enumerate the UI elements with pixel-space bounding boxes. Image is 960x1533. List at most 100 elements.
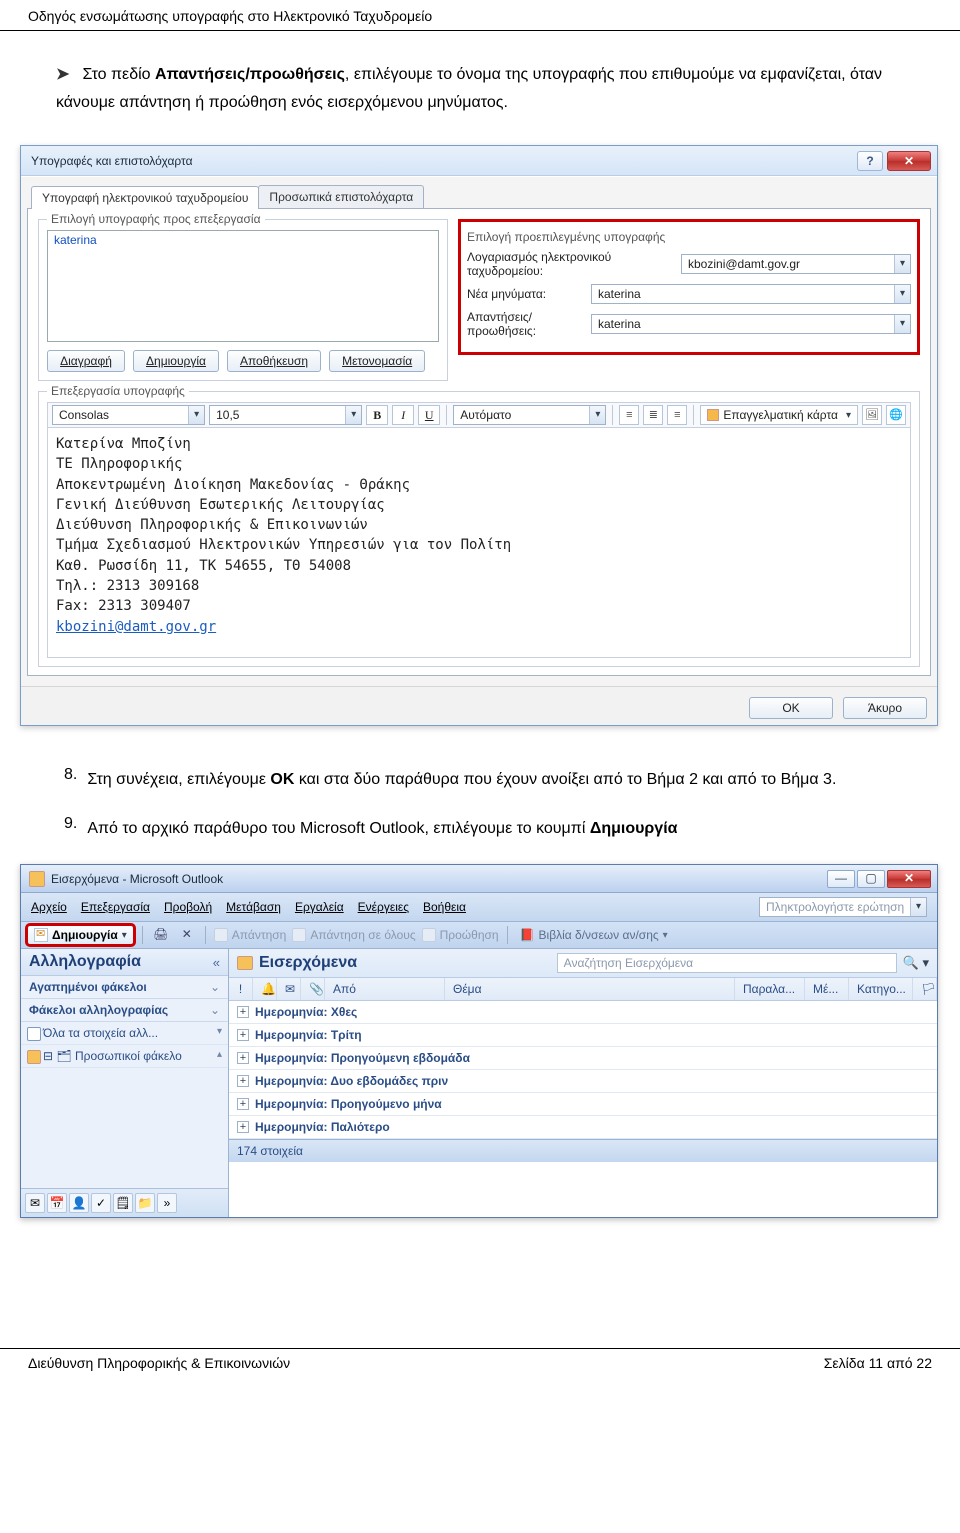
font-color-combo[interactable]: Αυτόματο▾ (453, 405, 606, 425)
mail-folders-header[interactable]: Φάκελοι αλληλογραφίας⌄ (21, 999, 228, 1022)
print-icon[interactable]: 🖨 (151, 925, 171, 945)
business-card-button[interactable]: Επαγγελματική κάρτα ▾ (700, 405, 858, 425)
folders-icon[interactable]: 📁 (135, 1193, 155, 1213)
flag-column[interactable]: 🏳 (913, 978, 937, 1000)
link-icon[interactable]: 🌐 (886, 405, 906, 425)
bold-button[interactable]: B (366, 405, 388, 425)
minimize-button[interactable]: — (827, 870, 855, 888)
delete-icon[interactable]: ✕ (177, 925, 197, 945)
account-combo[interactable]: kbozini@damt.gov.gr ▾ (681, 254, 911, 274)
cancel-button[interactable]: Άκυρο (843, 697, 927, 719)
menu-file[interactable]: Αρχείο (31, 900, 67, 914)
search-input[interactable]: Αναζήτηση Εισερχόμενα (557, 953, 897, 973)
close-button[interactable]: ✕ (887, 151, 931, 171)
expand-icon[interactable]: + (237, 1029, 249, 1041)
notes-icon[interactable]: 🗒 (113, 1193, 133, 1213)
size-column[interactable]: Μέ... (805, 978, 849, 1000)
align-left-icon[interactable]: ≡ (619, 405, 639, 425)
date-group[interactable]: +Ημερομηνία: Δυο εβδομάδες πριν (229, 1070, 937, 1093)
menu-tools[interactable]: Εργαλεία (295, 900, 344, 914)
reply-button[interactable]: Απάντηση (214, 928, 287, 942)
from-column[interactable]: Από (325, 978, 445, 1000)
address-books-button[interactable]: 📕 Βιβλία δ/νσεων αν/σης ▾ (520, 928, 668, 942)
delete-button[interactable]: Διαγραφή (47, 350, 125, 372)
chevron-down-icon[interactable]: ▾ (345, 406, 361, 424)
expand-icon[interactable]: + (237, 1052, 249, 1064)
menu-edit[interactable]: Επεξεργασία (81, 900, 150, 914)
maximize-button[interactable]: ▢ (857, 870, 885, 888)
separator (612, 405, 613, 425)
tasks-icon[interactable]: ✓ (91, 1193, 111, 1213)
search-icon[interactable]: 🔍 ▾ (903, 955, 929, 971)
date-group[interactable]: +Ημερομηνία: Χθες (229, 1001, 937, 1024)
menu-view[interactable]: Προβολή (164, 900, 212, 914)
chevron-down-icon[interactable]: ▾ (846, 410, 851, 421)
font-size-combo[interactable]: 10,5▾ (209, 405, 362, 425)
image-icon[interactable]: 🖼 (862, 405, 882, 425)
importance-column[interactable]: ! (229, 978, 253, 1000)
reply-all-button[interactable]: Απάντηση σε όλους (292, 928, 415, 942)
new-mail-button[interactable]: Δημιουργία ▾ (27, 925, 134, 945)
chevron-down-icon[interactable]: ▾ (589, 406, 605, 424)
calendar-icon[interactable]: 📅 (47, 1193, 67, 1213)
signature-email-link[interactable]: kbozini@damt.gov.gr (56, 619, 216, 635)
categories-column[interactable]: Κατηγο... (849, 978, 913, 1000)
outlook-titlebar: Εισερχόμενα - Microsoft Outlook — ▢ ✕ (21, 865, 937, 893)
menu-help[interactable]: Βοήθεια (423, 900, 466, 914)
chevron-down-icon[interactable]: ▾ (217, 1026, 222, 1037)
mail-icon[interactable]: ✉ (25, 1193, 45, 1213)
signatures-dialog: Υπογραφές και επιστολόχαρτα ? ✕ Υπογραφή… (20, 145, 938, 726)
new-messages-combo[interactable]: katerina ▾ (591, 284, 911, 304)
date-group[interactable]: +Ημερομηνία: Προηγούμενο μήνα (229, 1093, 937, 1116)
reminder-column[interactable]: 🔔 (253, 978, 277, 1000)
chevron-down-icon[interactable]: ▾ (894, 315, 910, 333)
expand-icon[interactable]: + (237, 1098, 249, 1110)
align-right-icon[interactable]: ≡ (667, 405, 687, 425)
ask-question-input[interactable]: Πληκτρολογήστε ερώτηση ▾ (759, 897, 927, 917)
date-group[interactable]: +Ημερομηνία: Προηγούμενη εβδομάδα (229, 1047, 937, 1070)
save-button[interactable]: Αποθήκευση (227, 350, 321, 372)
signature-list-item[interactable]: katerina (48, 231, 438, 249)
menu-actions[interactable]: Ενέργειες (358, 900, 409, 914)
tab-personal-stationery[interactable]: Προσωπικά επιστολόχαρτα (258, 185, 424, 208)
help-button[interactable]: ? (857, 151, 883, 171)
all-mail-items[interactable]: Όλα τα στοιχεία αλλ...▾ (21, 1022, 228, 1045)
chevron-down-icon[interactable]: ▾ (894, 285, 910, 303)
icon-column[interactable]: ✉ (277, 978, 301, 1000)
date-group[interactable]: +Ημερομηνία: Παλιότερο (229, 1116, 937, 1139)
contacts-icon[interactable]: 👤 (69, 1193, 89, 1213)
chevron-down-icon[interactable]: ▾ (188, 406, 204, 424)
chevron-down-icon[interactable]: ▾ (894, 255, 910, 273)
outlook-icon (29, 871, 45, 887)
italic-button[interactable]: I (392, 405, 414, 425)
ok-button[interactable]: OK (749, 697, 833, 719)
expand-icon[interactable]: + (237, 1006, 249, 1018)
date-group[interactable]: +Ημερομηνία: Τρίτη (229, 1024, 937, 1047)
replies-forwards-combo[interactable]: katerina ▾ (591, 314, 911, 334)
chevron-down-icon[interactable]: ▾ (122, 930, 127, 941)
personal-folders[interactable]: ⊟ 🗂 Προσωπικοί φάκελο▴ (21, 1045, 228, 1068)
signature-editor[interactable]: Κατερίνα Μποζίνη ΤΕ Πληροφορικής Αποκεντ… (47, 428, 911, 658)
signature-listbox[interactable]: katerina (47, 230, 439, 342)
close-button[interactable]: ✕ (887, 870, 931, 888)
collapse-button[interactable]: « (213, 955, 220, 970)
font-combo[interactable]: Consolas▾ (52, 405, 205, 425)
align-center-icon[interactable]: ≣ (643, 405, 663, 425)
expand-icon[interactable]: + (237, 1121, 249, 1133)
new-button[interactable]: Δημιουργία (133, 350, 219, 372)
bullet-bold: Απαντήσεις/προωθήσεις (155, 66, 345, 83)
chevron-down-icon[interactable]: ▾ (663, 930, 668, 941)
chevron-up-icon[interactable]: ▴ (217, 1049, 222, 1060)
forward-button[interactable]: Προώθηση (422, 928, 499, 942)
attachment-column[interactable]: 📎 (301, 978, 325, 1000)
menu-go[interactable]: Μετάβαση (226, 900, 281, 914)
tab-email-signature[interactable]: Υπογραφή ηλεκτρονικού ταχυδρομείου (31, 186, 259, 209)
subject-column[interactable]: Θέμα (445, 978, 735, 1000)
underline-button[interactable]: U (418, 405, 440, 425)
chevron-down-icon[interactable]: ▾ (910, 898, 926, 916)
favorite-folders-header[interactable]: Αγαπημένοι φάκελοι⌄ (21, 976, 228, 999)
expand-icon[interactable]: + (237, 1075, 249, 1087)
shortcuts-icon[interactable]: » (157, 1193, 177, 1213)
received-column[interactable]: Παραλα... (735, 978, 805, 1000)
rename-button[interactable]: Μετονομασία (329, 350, 425, 372)
